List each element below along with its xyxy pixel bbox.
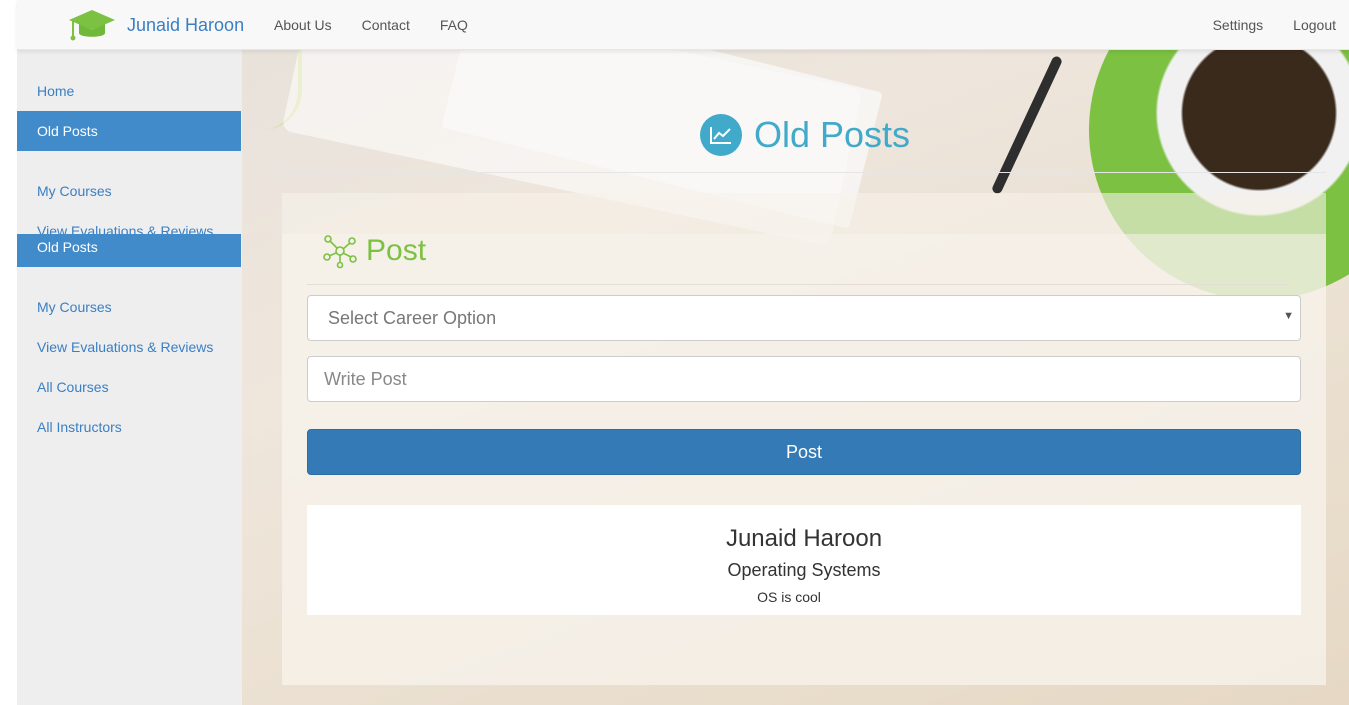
sidebar-overlay: Home Old Posts My Courses View Evaluatio… — [17, 50, 242, 234]
write-post-input[interactable] — [307, 356, 1301, 402]
pen-decoration — [990, 54, 1064, 196]
page-title-text: Old Posts — [754, 114, 911, 155]
nav-logout[interactable]: Logout — [1293, 17, 1336, 33]
sidebar-item-all-instructors[interactable]: All Instructors — [17, 407, 241, 447]
sidebar-item-old-posts[interactable]: Old Posts — [17, 111, 241, 151]
top-navbar: Junaid Haroon About Us Contact FAQ Setti… — [17, 0, 1349, 50]
sidebar-item-my-courses[interactable]: My Courses — [17, 171, 241, 211]
nav-settings[interactable]: Settings — [1213, 17, 1264, 33]
sidebar-item-my-courses[interactable]: My Courses — [17, 287, 241, 327]
post-author: Junaid Haroon — [725, 525, 883, 552]
title-divider — [283, 172, 1326, 173]
main-nav: About Us Contact FAQ — [274, 0, 498, 50]
sidebar-item-old-posts-active[interactable]: Old Posts — [17, 234, 241, 267]
post-panel: Post Select Career Option ▼ Post Junaid … — [282, 193, 1326, 685]
graduation-cap-icon — [69, 10, 115, 41]
sidebar-item-all-courses[interactable]: All Courses — [17, 367, 241, 407]
page-title: Old Posts — [700, 113, 910, 157]
network-icon — [323, 235, 357, 269]
divider — [307, 284, 1287, 285]
post-body: OS is cool — [757, 589, 821, 605]
post-card: Junaid Haroon Operating Systems OS is co… — [307, 505, 1301, 615]
brand-name: Junaid Haroon — [127, 14, 245, 35]
sidebar-item-home[interactable]: Home — [17, 71, 241, 111]
post-submit-button[interactable]: Post — [307, 429, 1301, 475]
line-chart-icon — [700, 114, 742, 156]
post-course: Operating Systems — [727, 560, 881, 580]
nav-contact[interactable]: Contact — [362, 17, 410, 33]
user-nav: Settings Logout — [1183, 0, 1336, 50]
sidebar-item-view-evaluations[interactable]: View Evaluations & Reviews — [17, 327, 241, 367]
career-option-select[interactable]: Select Career Option ▼ — [307, 295, 1301, 341]
post-heading-text: Post — [366, 234, 427, 267]
caret-down-icon: ▼ — [1283, 310, 1294, 322]
nav-about-us[interactable]: About Us — [274, 17, 332, 33]
sidebar-item-view-evaluations[interactable]: View Evaluations & Reviews — [17, 211, 241, 234]
nav-faq[interactable]: FAQ — [440, 17, 468, 33]
brand-link[interactable]: Junaid Haroon — [67, 8, 244, 42]
career-select-placeholder: Select Career Option — [328, 307, 497, 328]
post-heading: Post — [322, 233, 426, 269]
